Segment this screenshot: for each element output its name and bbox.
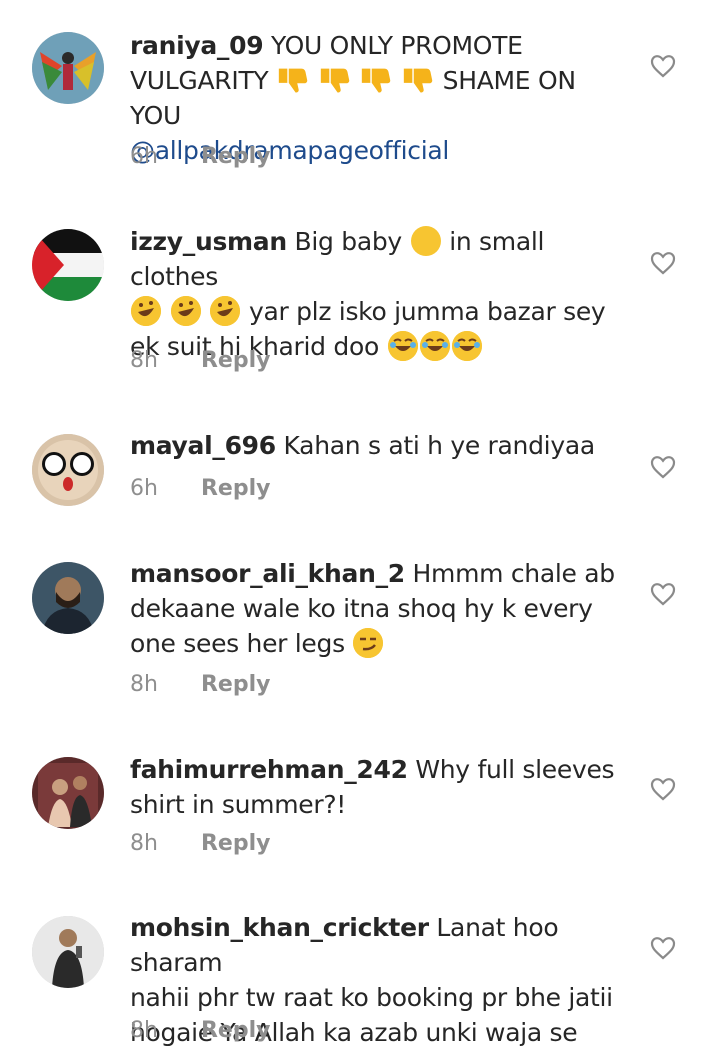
comment-line: Big baby <box>294 227 403 256</box>
username[interactable]: raniya_09 <box>130 31 264 60</box>
rolling-laughing-emoji-icon <box>131 296 161 326</box>
avatar[interactable] <box>32 916 104 988</box>
smirk-emoji-icon <box>353 628 384 658</box>
timestamp: 8h <box>130 348 158 373</box>
timestamp: 8h <box>130 672 158 697</box>
timestamp: 6h <box>130 476 158 501</box>
reply-button[interactable]: Reply <box>201 672 271 697</box>
heart-outline-icon[interactable] <box>650 251 676 275</box>
comment-text: mansoor_ali_khan_2 Hmmm chale ab dekaane… <box>130 556 630 661</box>
reply-button[interactable]: Reply <box>201 1018 271 1043</box>
joy-emoji-icon <box>419 331 450 361</box>
username[interactable]: mayal_696 <box>130 431 276 460</box>
username[interactable]: fahimurrehman_242 <box>130 755 408 784</box>
comment-line: one sees her legs <box>130 629 345 658</box>
joy-emoji-icon <box>451 331 482 361</box>
avatar[interactable] <box>32 434 104 506</box>
username[interactable]: mansoor_ali_khan_2 <box>130 559 405 588</box>
timestamp: 8h <box>130 1018 158 1043</box>
heart-outline-icon[interactable] <box>650 455 676 479</box>
timestamp: 8h <box>130 831 158 856</box>
comment-line: YOU ONLY PROMOTE <box>270 31 523 60</box>
comment-line: Kahan s ati h ye randiyaa <box>283 431 596 460</box>
timestamp: 6h <box>130 144 158 169</box>
comment-line: VULGARITY <box>130 66 269 95</box>
avatar[interactable] <box>32 32 104 104</box>
thumbs-down-emoji-icon <box>276 66 443 95</box>
thumbs-down-icon <box>401 63 435 97</box>
comment-line: shirt in summer?! <box>130 790 347 819</box>
reply-button[interactable]: Reply <box>201 831 271 856</box>
heart-outline-icon[interactable] <box>650 582 676 606</box>
comment-line: Hmmm chale ab <box>412 559 616 588</box>
baby-emoji-icon <box>410 226 441 256</box>
comment-line: yar plz isko jumma bazar sey <box>248 297 606 326</box>
comment-line: nahii phr tw raat ko booking pr bhe jati… <box>130 983 613 1012</box>
rolling-laughing-emoji-icon <box>170 296 201 326</box>
heart-outline-icon[interactable] <box>650 936 676 960</box>
comment-text: mayal_696 Kahan s ati h ye randiyaa <box>130 428 630 463</box>
thumbs-down-icon <box>276 63 310 97</box>
avatar[interactable] <box>32 757 104 829</box>
comment-meta: 8h Reply <box>130 1018 270 1043</box>
reply-button[interactable]: Reply <box>201 348 271 373</box>
reply-button[interactable]: Reply <box>201 476 271 501</box>
comment-meta: 8h Reply <box>130 672 270 697</box>
username[interactable]: mohsin_khan_crickter <box>130 913 429 942</box>
comment-meta: 6h Reply <box>130 144 270 169</box>
comment-text: fahimurrehman_242 Why full sleeves shirt… <box>130 752 630 822</box>
comment-meta: 8h Reply <box>130 831 270 856</box>
thumbs-down-icon <box>359 63 393 97</box>
username[interactable]: izzy_usman <box>130 227 287 256</box>
heart-outline-icon[interactable] <box>650 777 676 801</box>
comment-text: izzy_usman Big baby in small clothes yar… <box>130 224 630 364</box>
heart-outline-icon[interactable] <box>650 54 676 78</box>
avatar[interactable] <box>32 229 104 301</box>
thumbs-down-icon <box>318 63 352 97</box>
comment-line: dekaane wale ko itna shoq hy k every <box>130 594 593 623</box>
comment-meta: 6h Reply <box>130 476 270 501</box>
comment-line: Why full sleeves <box>415 755 615 784</box>
comment-meta: 8h Reply <box>130 348 270 373</box>
avatar[interactable] <box>32 562 104 634</box>
rolling-laughing-emoji-icon <box>210 296 241 326</box>
joy-emoji-icon <box>387 331 418 361</box>
reply-button[interactable]: Reply <box>201 144 271 169</box>
